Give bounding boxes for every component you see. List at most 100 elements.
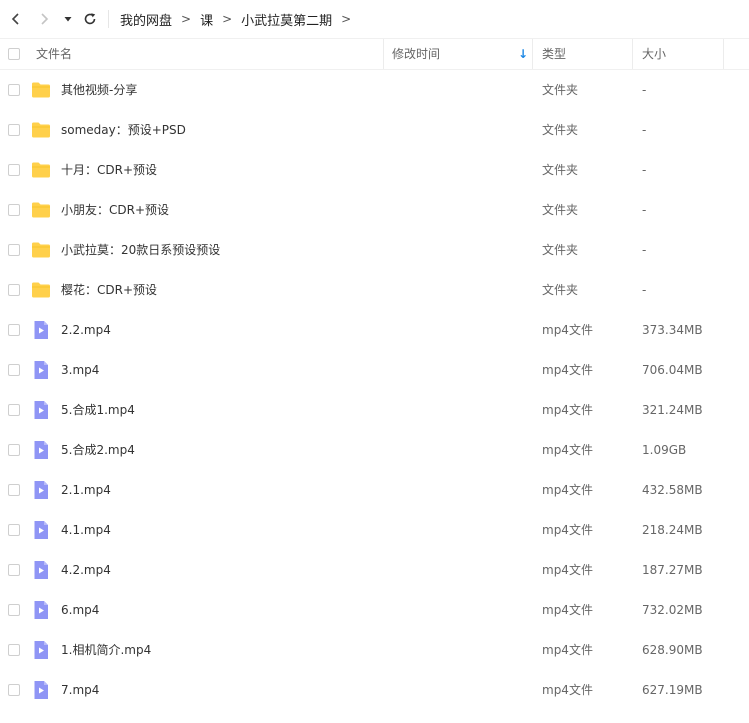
list-item[interactable]: 7.mp4 mp4文件 627.19MB (0, 670, 749, 710)
file-type: 文件夹 (542, 203, 579, 217)
row-checkbox[interactable] (8, 364, 20, 376)
refresh-button[interactable] (80, 0, 100, 38)
list-item[interactable]: 2.2.mp4 mp4文件 373.34MB (0, 310, 749, 350)
breadcrumb-separator: > (222, 12, 233, 26)
file-type: mp4文件 (542, 323, 593, 337)
row-checkbox[interactable] (8, 124, 20, 136)
row-checkbox[interactable] (8, 564, 20, 576)
list-item[interactable]: 2.1.mp4 mp4文件 432.58MB (0, 470, 749, 510)
file-list: 其他视频-分享 文件夹 - someday：预设+PSD 文件夹 - 十月：CD… (0, 70, 749, 710)
folder-icon (32, 282, 50, 298)
file-name: 1.相机简介.mp4 (61, 643, 152, 657)
file-type: mp4文件 (542, 363, 593, 377)
list-item[interactable]: someday：预设+PSD 文件夹 - (0, 110, 749, 150)
file-name: 樱花：CDR+预设 (61, 283, 158, 297)
breadcrumb-item-current[interactable]: 小武拉莫第二期 (241, 10, 332, 29)
folder-icon (32, 242, 50, 258)
folder-icon (32, 202, 50, 218)
chevron-right-icon (41, 13, 49, 25)
file-browser: 我的网盘 > 课 > 小武拉莫第二期 > 文件名 修改时间 ↓ 类型 大小 其他… (0, 0, 749, 723)
file-type: mp4文件 (542, 403, 593, 417)
row-checkbox[interactable] (8, 204, 20, 216)
file-type: mp4文件 (542, 523, 593, 537)
sort-descending-icon[interactable]: ↓ (518, 39, 528, 69)
list-item[interactable]: 5.合成2.mp4 mp4文件 1.09GB (0, 430, 749, 470)
file-type: mp4文件 (542, 603, 593, 617)
file-type: 文件夹 (542, 243, 579, 257)
breadcrumb-item-root[interactable]: 我的网盘 (120, 10, 172, 29)
column-header-modified[interactable]: 修改时间 (392, 39, 440, 69)
column-divider[interactable] (723, 39, 724, 69)
list-item[interactable]: 其他视频-分享 文件夹 - (0, 70, 749, 110)
row-checkbox[interactable] (8, 444, 20, 456)
column-header-size[interactable]: 大小 (642, 39, 666, 69)
list-item[interactable]: 4.1.mp4 mp4文件 218.24MB (0, 510, 749, 550)
breadcrumb: 我的网盘 > 课 > 小武拉莫第二期 > (120, 0, 360, 38)
folder-icon (32, 122, 50, 138)
file-name: 5.合成1.mp4 (61, 403, 135, 417)
file-size: 706.04MB (642, 363, 703, 377)
nav-divider (108, 10, 109, 28)
video-file-icon (34, 361, 48, 379)
file-size: 732.02MB (642, 603, 703, 617)
file-type: mp4文件 (542, 443, 593, 457)
file-size: - (642, 83, 647, 97)
row-checkbox[interactable] (8, 244, 20, 256)
file-size: 321.24MB (642, 403, 703, 417)
file-size: - (642, 243, 647, 257)
file-name: 2.1.mp4 (61, 483, 111, 497)
caret-down-icon (64, 17, 72, 22)
row-checkbox[interactable] (8, 684, 20, 696)
forward-button[interactable] (34, 0, 54, 38)
row-checkbox[interactable] (8, 84, 20, 96)
row-checkbox[interactable] (8, 324, 20, 336)
file-name: 6.mp4 (61, 603, 100, 617)
row-checkbox[interactable] (8, 604, 20, 616)
list-item[interactable]: 3.mp4 mp4文件 706.04MB (0, 350, 749, 390)
list-item[interactable]: 6.mp4 mp4文件 732.02MB (0, 590, 749, 630)
list-item[interactable]: 1.相机简介.mp4 mp4文件 628.90MB (0, 630, 749, 670)
column-header-name[interactable]: 文件名 (36, 39, 72, 69)
list-item[interactable]: 小朋友：CDR+预设 文件夹 - (0, 190, 749, 230)
list-item[interactable]: 小武拉莫：20款日系预设预设 文件夹 - (0, 230, 749, 270)
file-type: mp4文件 (542, 683, 593, 697)
video-file-icon (34, 321, 48, 339)
row-checkbox[interactable] (8, 404, 20, 416)
file-name: 2.2.mp4 (61, 323, 111, 337)
file-name: 3.mp4 (61, 363, 100, 377)
column-divider[interactable] (532, 39, 533, 69)
breadcrumb-item-course[interactable]: 课 (200, 10, 213, 29)
navigation-bar: 我的网盘 > 课 > 小武拉莫第二期 > (0, 0, 749, 38)
history-dropdown-button[interactable] (60, 0, 76, 38)
file-type: mp4文件 (542, 483, 593, 497)
video-file-icon (34, 561, 48, 579)
column-divider[interactable] (383, 39, 384, 69)
file-size: - (642, 203, 647, 217)
list-item[interactable]: 十月：CDR+预设 文件夹 - (0, 150, 749, 190)
file-type: 文件夹 (542, 83, 579, 97)
row-checkbox[interactable] (8, 284, 20, 296)
row-checkbox[interactable] (8, 524, 20, 536)
file-type: mp4文件 (542, 563, 593, 577)
list-item[interactable]: 4.2.mp4 mp4文件 187.27MB (0, 550, 749, 590)
file-size: 432.58MB (642, 483, 703, 497)
file-type: mp4文件 (542, 643, 593, 657)
row-checkbox[interactable] (8, 484, 20, 496)
row-checkbox[interactable] (8, 644, 20, 656)
file-name: 其他视频-分享 (61, 83, 138, 97)
column-header-type[interactable]: 类型 (542, 39, 566, 69)
file-size: - (642, 123, 647, 137)
refresh-icon (84, 13, 96, 25)
list-item[interactable]: 樱花：CDR+预设 文件夹 - (0, 270, 749, 310)
file-type: 文件夹 (542, 123, 579, 137)
select-all-checkbox[interactable] (8, 48, 20, 60)
file-size: 218.24MB (642, 523, 703, 537)
column-divider[interactable] (632, 39, 633, 69)
video-file-icon (34, 401, 48, 419)
file-name: 十月：CDR+预设 (61, 163, 158, 177)
list-item[interactable]: 5.合成1.mp4 mp4文件 321.24MB (0, 390, 749, 430)
row-checkbox[interactable] (8, 164, 20, 176)
back-button[interactable] (6, 0, 26, 38)
video-file-icon (34, 681, 48, 699)
video-file-icon (34, 521, 48, 539)
